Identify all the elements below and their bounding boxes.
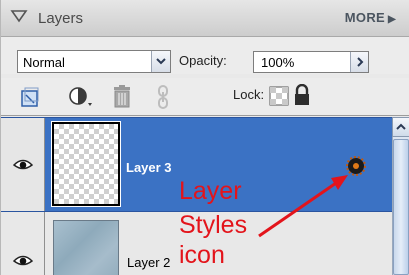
more-label: MORE xyxy=(344,10,385,25)
scrollbar-thumb[interactable] xyxy=(393,139,409,275)
scroll-up-button[interactable] xyxy=(392,117,409,137)
layer-toolbar xyxy=(1,78,409,116)
panel-title-bar: Layers MORE ▶ xyxy=(1,0,409,37)
link-icon[interactable] xyxy=(156,84,170,115)
lock-label: Lock: xyxy=(233,87,265,102)
layer-styles-icon[interactable] xyxy=(345,155,367,182)
new-layer-icon[interactable] xyxy=(19,86,41,113)
blend-mode-select[interactable]: Normal xyxy=(17,50,171,73)
layer-thumbnail xyxy=(53,220,119,275)
eye-icon[interactable] xyxy=(12,254,34,272)
panel-title: Layers xyxy=(38,10,84,27)
more-arrow-icon: ▶ xyxy=(388,14,396,25)
opacity-value: 100% xyxy=(261,55,295,70)
lock-transparency-icon[interactable] xyxy=(269,86,289,111)
annotation-line-1: Layer xyxy=(179,177,242,205)
eye-icon[interactable] xyxy=(12,158,34,176)
collapse-triangle-icon[interactable] xyxy=(10,9,28,28)
chevron-down-icon[interactable] xyxy=(151,51,170,72)
opacity-label: Opacity: xyxy=(179,53,227,68)
layers-panel: Layers MORE ▶ Normal Opacity: 100% Lock:… xyxy=(0,0,409,275)
layer-thumbnail xyxy=(51,121,121,207)
lock-all-icon[interactable] xyxy=(293,83,311,111)
annotation-line-2: Styles xyxy=(179,211,248,239)
trash-icon[interactable] xyxy=(111,84,133,113)
layer-name: Layer 3 xyxy=(126,160,172,175)
blend-mode-value: Normal xyxy=(23,55,65,70)
visibility-cell xyxy=(1,212,45,275)
more-button[interactable]: MORE ▶ xyxy=(345,10,396,25)
opacity-input[interactable]: 100% xyxy=(253,51,369,73)
annotation-line-3: icon xyxy=(179,241,225,269)
visibility-cell xyxy=(1,118,45,211)
adjustment-layer-icon[interactable] xyxy=(67,85,95,114)
chevron-right-icon[interactable] xyxy=(350,52,368,72)
layer-name: Layer 2 xyxy=(127,255,171,270)
